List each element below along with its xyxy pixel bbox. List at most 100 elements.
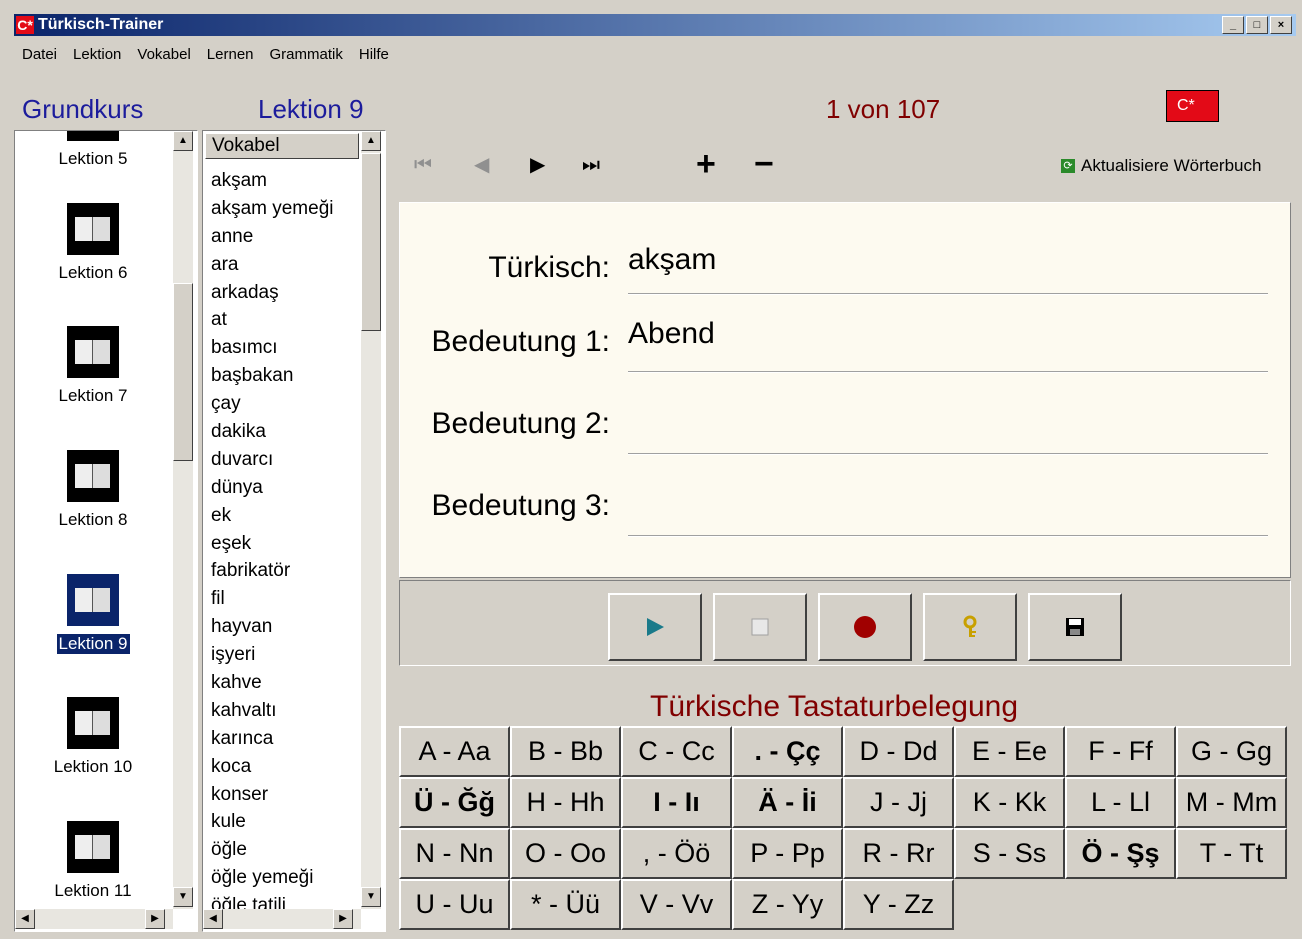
menu-datei[interactable]: Datei xyxy=(14,44,65,66)
lesson-item-6[interactable]: Lektion 6 xyxy=(15,203,171,283)
lesson-item-9[interactable]: Lektion 9 xyxy=(15,574,171,655)
lesson-list[interactable]: Lektion 5 Lektion 6 Lektion 7 Lektion 8 … xyxy=(14,130,198,932)
scroll-up-icon[interactable]: ▲ xyxy=(361,131,381,151)
keyboard-key[interactable]: D - Dd xyxy=(843,726,954,777)
vocab-list-item[interactable]: konser xyxy=(211,781,334,809)
scroll-left-icon[interactable]: ◀ xyxy=(203,909,223,929)
lesson-item-11[interactable]: Lektion 11 xyxy=(15,821,171,901)
keyboard-key[interactable]: E - Ee xyxy=(954,726,1065,777)
keyboard-key[interactable]: R - Rr xyxy=(843,828,954,879)
vocab-list-item[interactable]: kahve xyxy=(211,669,334,697)
scroll-down-icon[interactable]: ▼ xyxy=(361,887,381,907)
keyboard-key[interactable]: C - Cc xyxy=(621,726,732,777)
keyboard-key[interactable]: Z - Yy xyxy=(732,879,843,930)
keyboard-key[interactable]: Ä - İi xyxy=(732,777,843,828)
refresh-dictionary-button[interactable]: ⟳ Aktualisiere Wörterbuch xyxy=(1061,156,1261,176)
keyboard-key[interactable]: J - Jj xyxy=(843,777,954,828)
menu-lernen[interactable]: Lernen xyxy=(199,44,262,66)
lesson-vertical-scrollbar[interactable]: ▲ ▼ xyxy=(173,131,193,909)
record-button[interactable] xyxy=(818,593,912,661)
keyboard-key[interactable]: A - Aa xyxy=(399,726,510,777)
scroll-left-icon[interactable]: ◀ xyxy=(15,909,35,929)
app-flag-icon[interactable]: C* xyxy=(16,16,34,34)
save-button[interactable] xyxy=(1028,593,1122,661)
lesson-item-8[interactable]: Lektion 8 xyxy=(15,450,171,530)
delete-record-button[interactable]: − xyxy=(754,146,774,182)
keyboard-key[interactable]: M - Mm xyxy=(1176,777,1287,828)
stop-button[interactable] xyxy=(713,593,807,661)
vocab-list-item[interactable]: fabrikatör xyxy=(211,557,334,585)
vocab-list-item[interactable]: ek xyxy=(211,502,334,530)
vocab-list-item[interactable]: eşek xyxy=(211,530,334,558)
title-bar-caption[interactable]: C* Türkisch-Trainer _ □ × xyxy=(14,14,1296,36)
keyboard-key[interactable]: N - Nn xyxy=(399,828,510,879)
vocab-list-panel[interactable]: Vokabel akşam akşam yemeği anne ara arkadaş a… xyxy=(202,130,386,932)
vocab-list-item[interactable]: kahvaltı xyxy=(211,697,334,725)
vocab-list-item[interactable]: işyeri xyxy=(211,641,334,669)
vocab-list-item[interactable]: karınca xyxy=(211,725,334,753)
scroll-right-icon[interactable]: ▶ xyxy=(145,909,165,929)
menu-lektion[interactable]: Lektion xyxy=(65,44,129,66)
menu-grammatik[interactable]: Grammatik xyxy=(262,44,351,66)
keyboard-key[interactable]: H - Hh xyxy=(510,777,621,828)
vocab-list-item[interactable]: anne xyxy=(211,223,334,251)
keyboard-key[interactable]: L - Ll xyxy=(1065,777,1176,828)
vocab-list-item[interactable]: akşam xyxy=(211,167,334,195)
keyboard-key[interactable]: Y - Zz xyxy=(843,879,954,930)
lesson-item-10[interactable]: Lektion 10 xyxy=(15,697,171,777)
keyboard-key[interactable]: F - Ff xyxy=(1065,726,1176,777)
keyboard-key[interactable]: I - Iı xyxy=(621,777,732,828)
vocab-list-item[interactable]: at xyxy=(211,306,334,334)
maximize-button[interactable]: □ xyxy=(1246,16,1268,34)
meaning1-field[interactable]: Abend xyxy=(628,317,715,351)
keyboard-key[interactable]: T - Tt xyxy=(1176,828,1287,879)
keyboard-key[interactable]: P - Pp xyxy=(732,828,843,879)
lesson-item-7[interactable]: Lektion 7 xyxy=(15,326,171,406)
vocab-list-item[interactable]: öğle yemeği xyxy=(211,864,334,892)
keyboard-key[interactable]: Ü - Ğğ xyxy=(399,777,510,828)
vocab-list-item[interactable]: duvarcı xyxy=(211,446,334,474)
vocab-list-item[interactable]: koca xyxy=(211,753,334,781)
keyboard-key[interactable]: O - Oo xyxy=(510,828,621,879)
vocab-list-item[interactable]: kule xyxy=(211,808,334,836)
vocab-list-item[interactable]: basımcı xyxy=(211,334,334,362)
menu-vokabel[interactable]: Vokabel xyxy=(129,44,198,66)
vocab-list[interactable]: akşam akşam yemeği anne ara arkadaş at basımcı… xyxy=(211,167,334,920)
menu-hilfe[interactable]: Hilfe xyxy=(351,44,397,66)
vocab-vertical-scrollbar[interactable]: ▲ ▼ xyxy=(361,131,381,909)
keyboard-key[interactable]: B - Bb xyxy=(510,726,621,777)
vocab-horizontal-scrollbar[interactable]: ◀ ▶ xyxy=(203,909,361,929)
vocab-column-header[interactable]: Vokabel xyxy=(205,133,359,159)
play-button[interactable] xyxy=(608,593,702,661)
minimize-button[interactable]: _ xyxy=(1222,16,1244,34)
vocab-list-item[interactable]: fil xyxy=(211,585,334,613)
lesson-horizontal-scrollbar[interactable]: ◀ ▶ xyxy=(15,909,173,929)
keyboard-key[interactable]: . - Çç xyxy=(732,726,843,777)
next-record-icon[interactable]: ▶ xyxy=(530,150,545,180)
vocab-list-item[interactable]: dünya xyxy=(211,474,334,502)
first-record-icon[interactable]: ⏮ xyxy=(414,150,432,180)
vocab-list-item[interactable]: akşam yemeği xyxy=(211,195,334,223)
help-button[interactable] xyxy=(923,593,1017,661)
keyboard-key[interactable]: Ö - Şş xyxy=(1065,828,1176,879)
vocab-list-item[interactable]: arkadaş xyxy=(211,279,334,307)
scroll-thumb[interactable] xyxy=(361,153,381,331)
keyboard-key[interactable]: S - Ss xyxy=(954,828,1065,879)
keyboard-key[interactable]: K - Kk xyxy=(954,777,1065,828)
keyboard-key[interactable]: V - Vv xyxy=(621,879,732,930)
previous-record-icon[interactable]: ◀ xyxy=(474,150,489,180)
close-button[interactable]: × xyxy=(1270,16,1292,34)
keyboard-key[interactable]: , - Öö xyxy=(621,828,732,879)
keyboard-key[interactable]: * - Üü xyxy=(510,879,621,930)
lesson-item-5[interactable]: Lektion 5 xyxy=(15,131,171,169)
last-record-icon[interactable]: ⏭ xyxy=(582,150,600,180)
vocab-list-item[interactable]: öğle xyxy=(211,836,334,864)
vocab-list-item[interactable]: hayvan xyxy=(211,613,334,641)
add-record-button[interactable]: + xyxy=(696,146,716,182)
vocab-list-item[interactable]: başbakan xyxy=(211,362,334,390)
turkish-field[interactable]: akşam xyxy=(628,243,716,277)
vocab-list-item[interactable]: ara xyxy=(211,251,334,279)
keyboard-key[interactable]: U - Uu xyxy=(399,879,510,930)
scroll-thumb[interactable] xyxy=(173,283,193,461)
keyboard-key[interactable]: G - Gg xyxy=(1176,726,1287,777)
